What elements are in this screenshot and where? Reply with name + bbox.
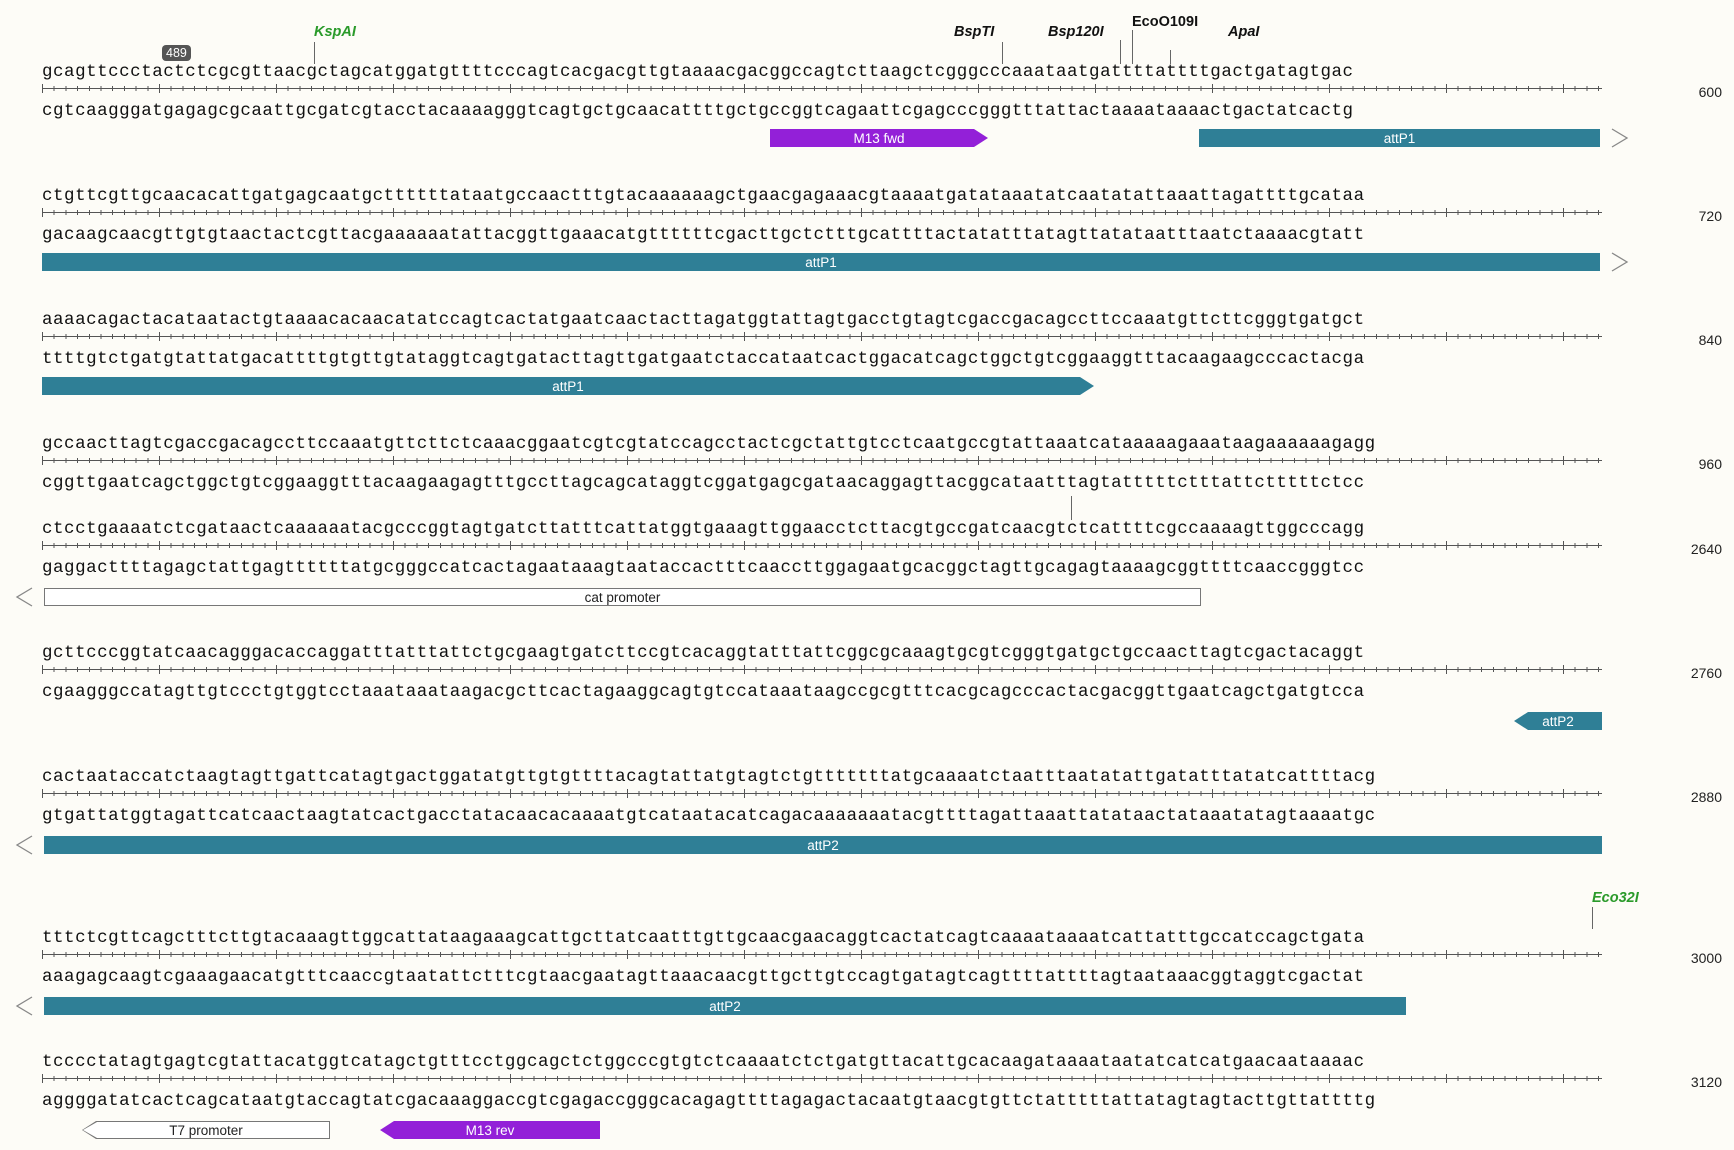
position-label: 3000 bbox=[1690, 950, 1722, 966]
ruler bbox=[42, 84, 1602, 94]
ruler bbox=[42, 950, 1602, 960]
feature-m13-rev[interactable]: M13 rev bbox=[380, 1121, 600, 1139]
ruler bbox=[42, 208, 1602, 218]
feature-attp1[interactable]: attP1 bbox=[42, 253, 1600, 271]
position-label: 2640 bbox=[1690, 541, 1722, 557]
site-eco0109i[interactable]: EcoO109I bbox=[1132, 14, 1198, 30]
site-marker-eco0109i bbox=[1132, 30, 1133, 64]
top-strand: gccaacttagtcgaccgacagccttccaaatgttcttctc… bbox=[42, 434, 1376, 454]
feature-t7-promoter-outline: T7 promoter bbox=[82, 1121, 330, 1139]
continue-left-icon bbox=[15, 996, 33, 1016]
top-strand: cactaataccatctaagtagttgattcatagtgactggat… bbox=[42, 767, 1376, 787]
position-label: 2880 bbox=[1690, 789, 1722, 805]
position-badge: 489 bbox=[162, 45, 191, 61]
top-strand: ctgttcgttgcaacacattgatgagcaatgcttttttata… bbox=[42, 186, 1365, 206]
bottom-strand: cggttgaatcagctggctgtcggaaggtttacaagaagag… bbox=[42, 473, 1365, 493]
ruler bbox=[42, 1074, 1602, 1084]
position-label: 840 bbox=[1698, 332, 1722, 348]
position-label: 960 bbox=[1698, 456, 1722, 472]
continue-right-icon bbox=[1611, 128, 1629, 148]
bottom-strand: aaagagcaagtcgaaagaacatgtttcaaccgtaatattc… bbox=[42, 967, 1365, 987]
feature-attp2[interactable]: attP2 bbox=[1514, 712, 1602, 730]
feature-cat-promoter[interactable]: cat promoter bbox=[44, 588, 1201, 606]
top-strand: ctcctgaaaatctcgataactcaaaaaatacgcccggtag… bbox=[42, 519, 1365, 539]
bottom-strand: aggggatatcactcagcataatgtaccagtatcgacaaag… bbox=[42, 1091, 1376, 1111]
bottom-strand: gaggacttttagagctattgagttttttatgcgggccatc… bbox=[42, 558, 1365, 578]
ruler bbox=[42, 789, 1602, 799]
site-apai[interactable]: ApaI bbox=[1228, 24, 1259, 40]
feature-attp2[interactable]: attP2 bbox=[44, 836, 1602, 854]
bottom-strand: gacaagcaacgttgtgtaactactcgttacgaaaaaatat… bbox=[42, 225, 1365, 245]
top-strand: tcccctatagtgagtcgtattacatggtcatagctgtttc… bbox=[42, 1052, 1365, 1072]
feature-attp2[interactable]: attP2 bbox=[44, 997, 1406, 1015]
position-label: 2760 bbox=[1690, 665, 1722, 681]
feature-m13-fwd[interactable]: M13 fwd bbox=[770, 129, 988, 147]
site-marker-bspti bbox=[1002, 42, 1003, 64]
site-marker-kspai bbox=[314, 42, 315, 64]
site-kspai[interactable]: KspAI bbox=[314, 24, 356, 40]
ruler bbox=[42, 332, 1602, 342]
site-bsp120i[interactable]: Bsp120I bbox=[1048, 24, 1104, 40]
site-bspti[interactable]: BspTI bbox=[954, 24, 994, 40]
bottom-strand: gtgattatggtagattcatcaactaagtatcactgaccta… bbox=[42, 806, 1376, 826]
ruler bbox=[42, 665, 1602, 675]
ruler bbox=[42, 456, 1602, 466]
continue-right-icon bbox=[1611, 252, 1629, 272]
site-marker bbox=[1071, 496, 1072, 520]
site-marker-bsp120i bbox=[1120, 40, 1121, 64]
bottom-strand: cgaagggccatagttgtccctgtggtcctaaataaataag… bbox=[42, 682, 1365, 702]
continue-left-icon bbox=[15, 587, 33, 607]
position-label: 720 bbox=[1698, 208, 1722, 224]
site-marker-eco32i bbox=[1592, 907, 1593, 929]
top-strand: tttctcgttcagctttcttgtacaaagttggcattataag… bbox=[42, 928, 1365, 948]
continue-left-icon bbox=[15, 835, 33, 855]
site-eco32i[interactable]: Eco32I bbox=[1592, 890, 1639, 906]
feature-attp1[interactable]: attP1 bbox=[42, 377, 1094, 395]
feature-attp1[interactable]: attP1 bbox=[1199, 129, 1600, 147]
top-strand: aaaacagactacataatactgtaaaacacaacatatccag… bbox=[42, 310, 1365, 330]
ruler bbox=[42, 541, 1602, 551]
top-strand: gcttcccggtatcaacagggacaccaggatttatttattc… bbox=[42, 643, 1365, 663]
position-label: 600 bbox=[1698, 84, 1722, 100]
position-label: 3120 bbox=[1690, 1074, 1722, 1090]
bottom-strand: cgtcaagggatgagagcgcaattgcgatcgtacctacaaa… bbox=[42, 101, 1354, 121]
feature-t7-promoter[interactable]: T7 promoter bbox=[169, 1123, 243, 1138]
bottom-strand: ttttgtctgatgtattatgacattttgtgttgtataggtc… bbox=[42, 349, 1365, 369]
top-strand: gcagttccctactctcgcgttaacgctagcatggatgttt… bbox=[42, 62, 1354, 82]
